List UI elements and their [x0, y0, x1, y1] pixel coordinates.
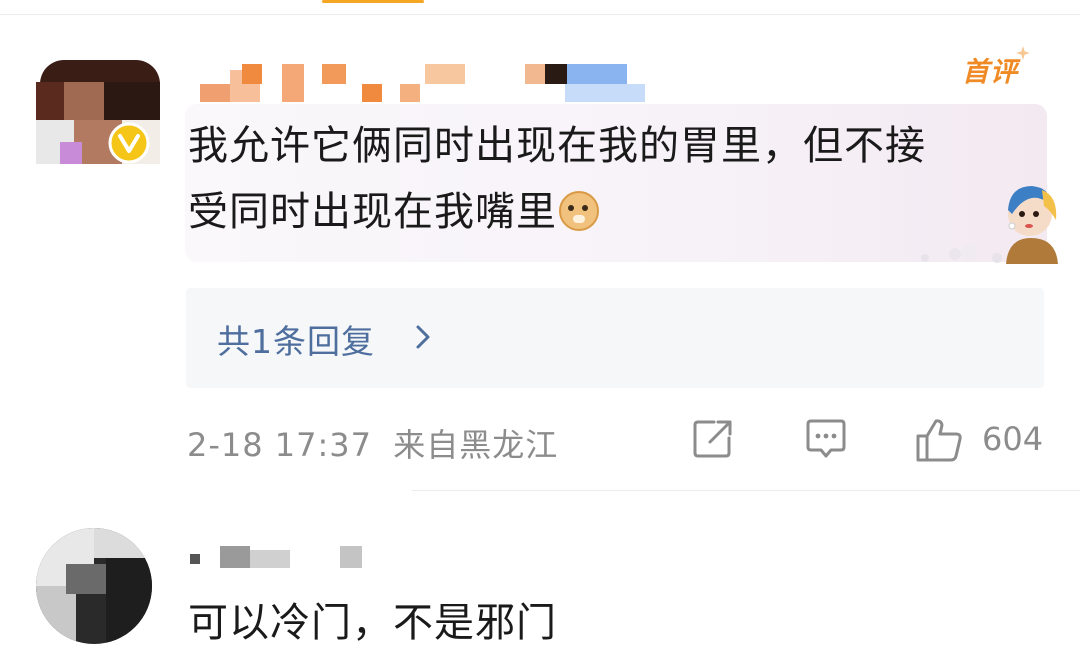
- comment-location: 来自黑龙江: [393, 426, 559, 464]
- comment-timestamp: 2-18 17:37: [187, 426, 373, 464]
- decoration-pearls-icon: [921, 244, 1002, 263]
- pearl-earring-girl-decoration-icon: [1006, 186, 1058, 264]
- user-avatar[interactable]: [36, 528, 152, 644]
- like-count: 604: [982, 420, 1044, 458]
- username-redacted[interactable]: [200, 62, 650, 102]
- first-comment-badge: 首评: [962, 50, 1018, 89]
- verified-v-icon: [108, 122, 150, 164]
- comment-text-line: 受同时出现在我嘴里: [188, 189, 557, 235]
- comment-meta: 2-18 17:37 来自黑龙江: [187, 420, 558, 466]
- comment-icon[interactable]: [803, 416, 849, 462]
- comment-text: 可以冷门，不是邪门: [188, 600, 557, 646]
- username-redacted[interactable]: [190, 546, 370, 568]
- view-replies-link[interactable]: 共1条回复: [217, 315, 375, 363]
- comment-item: 首评 我允许它俩同时出现在我的胃里，但不接 受同时出现在我嘴里 共1条回复 2-…: [0, 0, 1080, 491]
- like-icon[interactable]: [914, 416, 964, 464]
- comment-text-line: 我允许它俩同时出现在我的胃里，但不接: [188, 123, 926, 169]
- share-icon[interactable]: [690, 416, 736, 462]
- chevron-right-icon[interactable]: [410, 322, 436, 352]
- doge-emoji-icon: [559, 191, 599, 231]
- comment-text: 我允许它俩同时出现在我的胃里，但不接 受同时出现在我嘴里: [188, 113, 1028, 245]
- comment-divider: [412, 490, 1080, 491]
